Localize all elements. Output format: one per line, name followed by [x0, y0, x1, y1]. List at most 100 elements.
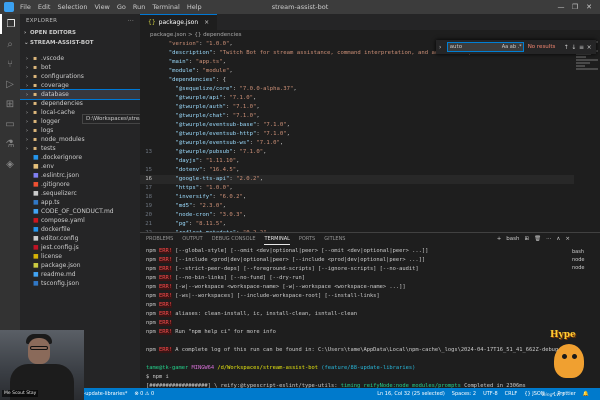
- tree-file[interactable]: ■ CODE_OF_CONDUCT.md: [20, 207, 140, 216]
- code-line[interactable]: "@twurple/api": "7.1.0",: [140, 94, 600, 103]
- close-find-icon[interactable]: ×: [585, 44, 593, 51]
- code-line[interactable]: "@sequelize/core": "7.0.0-alpha.37",: [140, 85, 600, 94]
- tree-file[interactable]: ■ package.json: [20, 261, 140, 270]
- terminal-list-item[interactable]: bash: [572, 249, 596, 257]
- code-line[interactable]: 16 "google-tts-api": "2.0.2",: [140, 175, 600, 184]
- tree-folder[interactable]: › ▪ tests: [20, 144, 140, 153]
- menu-edit[interactable]: Edit: [38, 0, 51, 14]
- run-debug-icon[interactable]: ▷: [0, 74, 20, 94]
- menu-go[interactable]: Go: [117, 0, 126, 14]
- menu-terminal[interactable]: Terminal: [152, 0, 179, 14]
- new-terminal-icon[interactable]: +: [497, 236, 502, 242]
- indentation[interactable]: Spaces: 2: [452, 388, 476, 400]
- code-line[interactable]: 20 "node-cron": "3.0.3",: [140, 211, 600, 220]
- code-line[interactable]: 19 "md5": "2.3.0",: [140, 202, 600, 211]
- tree-folder[interactable]: › ▪ .vscode: [20, 54, 140, 63]
- tab-output[interactable]: OUTPUT: [182, 233, 202, 245]
- toggle-replace-icon[interactable]: ›: [439, 44, 447, 51]
- files-icon[interactable]: ❐: [0, 14, 20, 34]
- menu-run[interactable]: Run: [133, 0, 145, 14]
- code-line[interactable]: 13 "@twurple/pubsub": "7.1.0",: [140, 148, 600, 157]
- code-line[interactable]: "@twurple/chat": "7.1.0",: [140, 112, 600, 121]
- arrow-down-icon[interactable]: ↓: [570, 44, 578, 51]
- close-icon[interactable]: ✕: [582, 0, 596, 14]
- find-options[interactable]: Aa ab .*: [502, 43, 523, 51]
- tab-ports[interactable]: PORTS: [299, 233, 315, 245]
- tree-file[interactable]: ■ readme.md: [20, 270, 140, 279]
- code-line[interactable]: 17 "https": "1.0.0",: [140, 184, 600, 193]
- find-in-selection-icon[interactable]: ≡: [578, 44, 586, 51]
- code-line[interactable]: "main": "app.ts",: [140, 58, 600, 67]
- tree-file[interactable]: ■ license: [20, 252, 140, 261]
- terminal-list-item[interactable]: node: [572, 257, 596, 265]
- terminal-list-item[interactable]: node: [572, 265, 596, 273]
- more-icon[interactable]: ···: [546, 236, 551, 242]
- code-line[interactable]: 18 "inversify": "6.0.2",: [140, 193, 600, 202]
- arrow-up-icon[interactable]: ↑: [562, 44, 570, 51]
- code-line[interactable]: "dayjs": "1.11.10",: [140, 157, 600, 166]
- tree-file[interactable]: ■ .sequelizerc: [20, 189, 140, 198]
- tree-file[interactable]: ■ .env: [20, 162, 140, 171]
- menu-selection[interactable]: Selection: [57, 0, 87, 14]
- line-ending[interactable]: CRLF: [505, 388, 518, 400]
- project-section[interactable]: ⌄STREAM-ASSIST-BOT: [20, 38, 140, 48]
- split-terminal-icon[interactable]: ⊞: [525, 236, 530, 242]
- tree-folder[interactable]: › ▪ database: [20, 89, 140, 100]
- more-actions-icon[interactable]: ···: [128, 18, 134, 24]
- cursor-position[interactable]: Ln 16, Col 32 (25 selected): [377, 388, 445, 400]
- terminal-output[interactable]: npm ERR! [--global-style] [--omit <dev|o…: [146, 247, 566, 388]
- open-editors-section[interactable]: › OPEN EDITORS: [20, 28, 140, 38]
- menu-file[interactable]: File: [20, 0, 31, 14]
- code-line[interactable]: "dependencies": {: [140, 76, 600, 85]
- search-icon[interactable]: ⌕: [0, 34, 20, 54]
- encoding[interactable]: UTF-8: [483, 388, 498, 400]
- tree-file[interactable]: ■ app.ts: [20, 198, 140, 207]
- maximize-panel-icon[interactable]: ∧: [556, 236, 560, 242]
- source-control-icon[interactable]: ⑂: [0, 54, 20, 74]
- tree-folder[interactable]: › ▪ coverage: [20, 81, 140, 90]
- maximize-icon[interactable]: ❐: [568, 0, 582, 14]
- minimize-icon[interactable]: —: [554, 0, 568, 14]
- close-panel-icon[interactable]: ×: [565, 236, 570, 242]
- tree-file[interactable]: ■ compose.yaml: [20, 216, 140, 225]
- tab-terminal[interactable]: TERMINAL: [264, 233, 290, 245]
- close-tab-icon[interactable]: ×: [204, 19, 209, 26]
- testing-icon[interactable]: ⚗: [0, 134, 20, 154]
- tab-package-json[interactable]: {} package.json ×: [140, 14, 218, 30]
- tree-file[interactable]: ■ .gitignore: [20, 180, 140, 189]
- extensions-icon[interactable]: ⊞: [0, 94, 20, 114]
- tab-debug-console[interactable]: DEBUG CONSOLE: [212, 233, 256, 245]
- minimap[interactable]: [574, 40, 600, 220]
- code-line[interactable]: 21 "pg": "8.11.5",: [140, 220, 600, 229]
- code-view[interactable]: "version": "1.0.0", "description": "Twit…: [140, 40, 600, 232]
- menu-help[interactable]: Help: [187, 0, 202, 14]
- code-line[interactable]: "@twurple/eventsub-base": "7.1.0",: [140, 121, 600, 130]
- tree-file[interactable]: ■ dockerfile: [20, 225, 140, 234]
- code-line[interactable]: "@twurple/eventsub-ws": "7.1.0",: [140, 139, 600, 148]
- code-line[interactable]: "@twurple/eventsub-http": "7.1.0",: [140, 130, 600, 139]
- docker-icon[interactable]: ◈: [0, 154, 20, 174]
- tab-gitlens[interactable]: GITLENS: [324, 233, 345, 245]
- remote-explorer-icon[interactable]: ▭: [0, 114, 20, 134]
- tree-file[interactable]: ■ jest.config.js: [20, 243, 140, 252]
- menu-view[interactable]: View: [94, 0, 109, 14]
- breadcrumb[interactable]: package.json > {} dependencies: [140, 30, 600, 40]
- tree-folder[interactable]: › ▪ node_modules: [20, 135, 140, 144]
- find-input[interactable]: auto Aa ab .*: [446, 42, 524, 52]
- tree-file[interactable]: ■ .dockerignore: [20, 153, 140, 162]
- code-line[interactable]: "@twurple/auth": "7.1.0",: [140, 103, 600, 112]
- tree-file[interactable]: ■ editor.config: [20, 234, 140, 243]
- tree-folder[interactable]: › ▪ configurations: [20, 72, 140, 81]
- tree-file[interactable]: ■ tsconfig.json: [20, 279, 140, 288]
- tree-file[interactable]: ■ .eslintrc.json: [20, 171, 140, 180]
- trash-icon[interactable]: 🗑: [534, 236, 541, 242]
- code-line[interactable]: "module": "module",: [140, 67, 600, 76]
- tab-problems[interactable]: PROBLEMS: [146, 233, 173, 245]
- code-line[interactable]: 15 "dotenv": "16.4.5",: [140, 166, 600, 175]
- code-token: "7.1.0": [263, 122, 287, 128]
- tree-folder[interactable]: › ▪ dependencies: [20, 99, 140, 108]
- terminal-profile[interactable]: bash: [506, 236, 519, 242]
- problems-count[interactable]: ⊗ 0 ⚠ 0: [134, 388, 154, 400]
- tree-folder[interactable]: › ▪ logs: [20, 126, 140, 135]
- tree-folder[interactable]: › ▪ bot: [20, 63, 140, 72]
